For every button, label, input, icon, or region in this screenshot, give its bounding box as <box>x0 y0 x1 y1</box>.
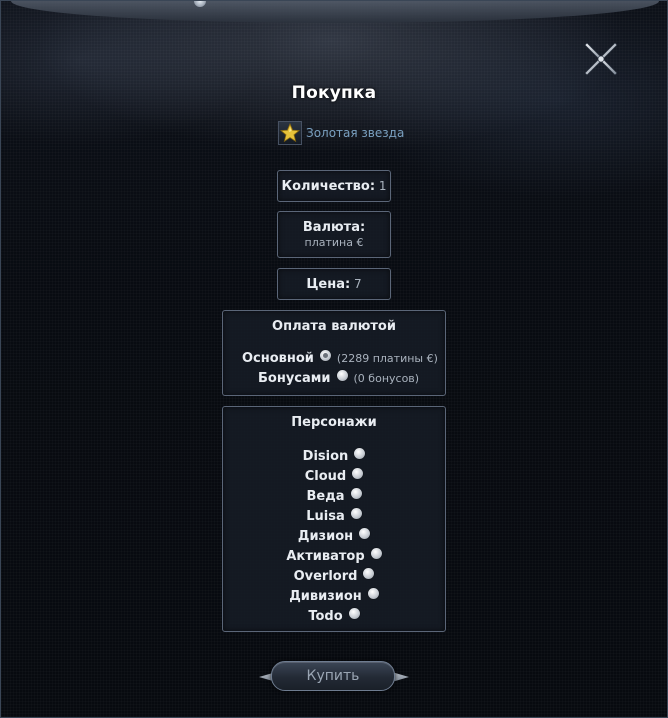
payment-option-label: Основной <box>242 351 314 366</box>
character-row-dision: Dision <box>223 447 445 467</box>
gold-star-icon <box>278 121 302 145</box>
item-info: Золотая звезда <box>278 121 404 145</box>
character-row-aktivator: Активатор <box>223 547 445 567</box>
buy-button[interactable]: Купить <box>271 661 395 691</box>
buy-button-frame: Купить <box>259 659 409 697</box>
character-row-dizion: Дизион <box>223 527 445 547</box>
character-name: Дивизион <box>289 589 362 604</box>
character-row-cloud: Cloud <box>223 467 445 487</box>
payment-bonus-radio[interactable] <box>336 369 348 381</box>
top-frame-arc <box>11 1 659 23</box>
currency-box: Валюта: платина € <box>277 211 391 258</box>
character-radio[interactable] <box>348 607 360 619</box>
character-name: Todo <box>308 609 343 624</box>
characters-list: Dision Cloud Веда Luisa Дизион Активатор <box>223 447 445 627</box>
character-row-veda: Веда <box>223 487 445 507</box>
quantity-box: Количество: 1 <box>277 170 391 202</box>
character-row-luisa: Luisa <box>223 507 445 527</box>
character-name: Веда <box>306 489 345 504</box>
price-value: 7 <box>354 277 362 291</box>
character-radio[interactable] <box>363 567 375 579</box>
dialog-title: Покупка <box>291 83 377 103</box>
payment-option-note: (2289 платины €) <box>336 352 438 365</box>
character-radio[interactable] <box>350 487 362 499</box>
purchase-dialog: Покупка Золотая звезда Количество: 1 Вал… <box>0 0 668 718</box>
character-radio[interactable] <box>370 547 382 559</box>
close-button[interactable] <box>581 39 621 79</box>
currency-value: платина € <box>304 236 364 249</box>
character-name: Cloud <box>304 469 347 484</box>
payment-option-main: Основной (2289 платины €) <box>242 349 438 369</box>
character-radio[interactable] <box>354 447 366 459</box>
price-box: Цена: 7 <box>277 268 391 300</box>
character-name: Dision <box>302 449 349 464</box>
character-row-divizion: Дивизион <box>223 587 445 607</box>
payment-main-radio[interactable] <box>319 349 331 361</box>
character-row-todo: Todo <box>223 607 445 627</box>
character-radio[interactable] <box>367 587 379 599</box>
character-radio[interactable] <box>359 527 371 539</box>
price-label: Цена: <box>306 277 351 292</box>
payment-panel: Оплата валютой Основной (2289 платины €)… <box>222 310 446 396</box>
character-name: Дизион <box>297 529 354 544</box>
character-name: Luisa <box>306 509 345 524</box>
character-name: Активатор <box>286 549 365 564</box>
quantity-label: Количество: <box>281 179 376 194</box>
currency-label: Валюта: <box>302 220 366 235</box>
character-radio[interactable] <box>352 467 364 479</box>
payment-option-note: (0 бонусов) <box>353 372 420 385</box>
payment-title: Оплата валютой <box>272 319 396 334</box>
characters-panel: Персонажи Dision Cloud Веда Luisa Дизион <box>222 406 446 632</box>
close-icon <box>584 42 618 76</box>
payment-option-bonus: Бонусами (0 бонусов) <box>258 369 419 389</box>
payment-option-label: Бонусами <box>258 371 331 386</box>
quantity-value: 1 <box>378 179 387 193</box>
item-name-link[interactable]: Золотая звезда <box>306 126 404 140</box>
character-row-overlord: Overlord <box>223 567 445 587</box>
characters-title: Персонажи <box>291 415 377 430</box>
character-radio[interactable] <box>350 507 362 519</box>
character-name: Overlord <box>293 569 358 584</box>
